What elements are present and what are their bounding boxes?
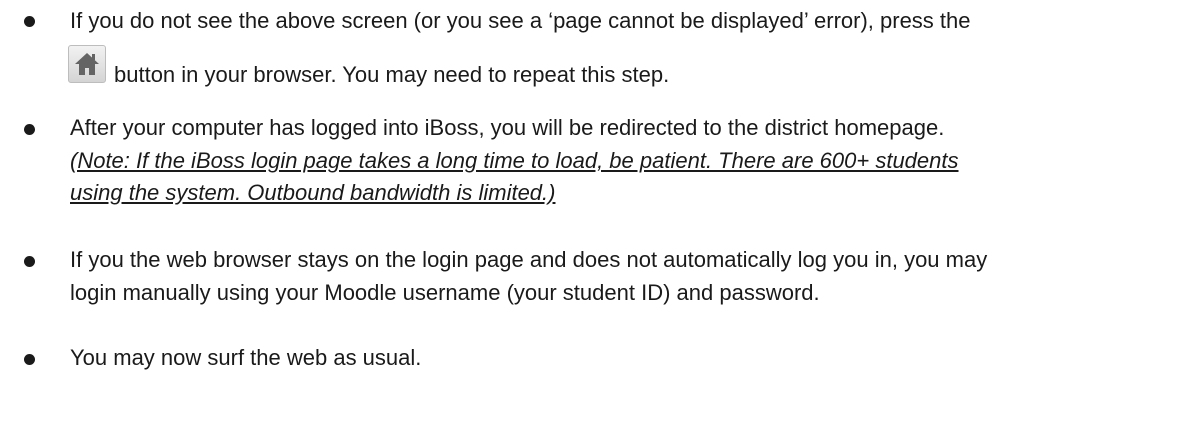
item-text-line: If you the web browser stays on the logi… (70, 247, 988, 272)
item-text-line: If you do not see the above screen (or y… (70, 8, 971, 33)
item-text-line: login manually using your Moodle usernam… (70, 280, 820, 305)
bullet-dot (24, 354, 35, 365)
item-text-line: button in your browser. You may need to … (114, 62, 670, 87)
home-icon (68, 45, 106, 83)
instruction-list: If you do not see the above screen (or y… (0, 0, 1191, 431)
bullet-dot (24, 256, 35, 267)
item-text-line: After your computer has logged into iBos… (70, 115, 945, 140)
item-text-line: You may now surf the web as usual. (70, 345, 422, 370)
bullet-dot (24, 16, 35, 27)
bullet-dot (24, 124, 35, 135)
note-text-line: using the system. Outbound bandwidth is … (70, 180, 556, 205)
note-text-line: (Note: If the iBoss login page takes a l… (70, 148, 959, 173)
